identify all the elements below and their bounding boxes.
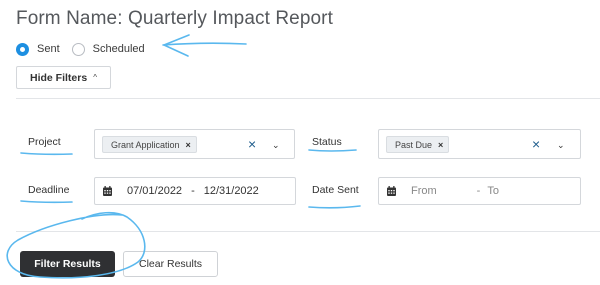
- deadline-from-value[interactable]: 07/01/2022: [127, 185, 182, 197]
- status-select[interactable]: Past Due × × ⌄: [378, 129, 581, 159]
- deadline-label: Deadline: [28, 184, 70, 196]
- annotation-underline-status: [308, 149, 357, 152]
- hide-filters-button[interactable]: Hide Filters ^: [16, 66, 111, 89]
- calendar-icon: [103, 186, 112, 196]
- project-chevron-down-icon[interactable]: ⌄: [272, 138, 280, 152]
- date-sent-date-range[interactable]: From - To: [378, 177, 581, 205]
- filter-results-button[interactable]: Filter Results: [20, 251, 115, 277]
- project-tag-label: Grant Application: [111, 139, 180, 150]
- date-sent-separator: -: [476, 185, 481, 197]
- date-sent-label: Date Sent: [312, 184, 359, 196]
- page-title: Form Name: Quarterly Impact Report: [16, 8, 333, 29]
- project-tag: Grant Application ×: [102, 136, 197, 153]
- annotation-underline-project: [20, 152, 73, 156]
- project-clear-icon[interactable]: ×: [248, 136, 256, 152]
- project-select[interactable]: Grant Application × × ⌄: [94, 129, 295, 159]
- status-label: Status: [312, 136, 342, 148]
- filters-bottom-divider: [16, 231, 600, 232]
- date-sent-to-input[interactable]: To: [487, 185, 499, 197]
- clear-results-button[interactable]: Clear Results: [123, 251, 218, 277]
- deadline-separator: -: [191, 185, 195, 197]
- filters-top-divider: [16, 98, 600, 99]
- annotation-underline-deadline: [20, 200, 73, 204]
- date-sent-from-input[interactable]: From: [411, 185, 437, 197]
- project-label: Project: [28, 136, 61, 148]
- radio-scheduled[interactable]: [71, 42, 85, 56]
- deadline-to-value[interactable]: 12/31/2022: [204, 185, 259, 197]
- calendar-icon: [387, 186, 396, 196]
- status-tag: Past Due ×: [386, 136, 450, 153]
- annotation-underline-date-sent: [308, 205, 361, 209]
- hide-filters-label: Hide Filters: [30, 71, 88, 84]
- status-tag-remove-icon[interactable]: ×: [438, 140, 443, 150]
- radio-sent[interactable]: [16, 42, 29, 56]
- project-tag-remove-icon[interactable]: ×: [186, 140, 191, 150]
- status-clear-icon[interactable]: ×: [532, 136, 540, 152]
- status-tag-label: Past Due: [395, 139, 433, 150]
- chevron-up-icon: ^: [93, 73, 97, 82]
- radio-sent-label[interactable]: Sent: [37, 43, 60, 55]
- status-chevron-down-icon[interactable]: ⌄: [557, 138, 565, 152]
- deadline-date-range[interactable]: 07/01/2022 - 12/31/2022: [94, 177, 296, 205]
- annotation-arrow-head: [163, 34, 190, 57]
- radio-scheduled-label[interactable]: Scheduled: [93, 43, 145, 55]
- delivery-radio-group: Sent Scheduled: [16, 40, 155, 58]
- annotation-arrow: [162, 42, 247, 46]
